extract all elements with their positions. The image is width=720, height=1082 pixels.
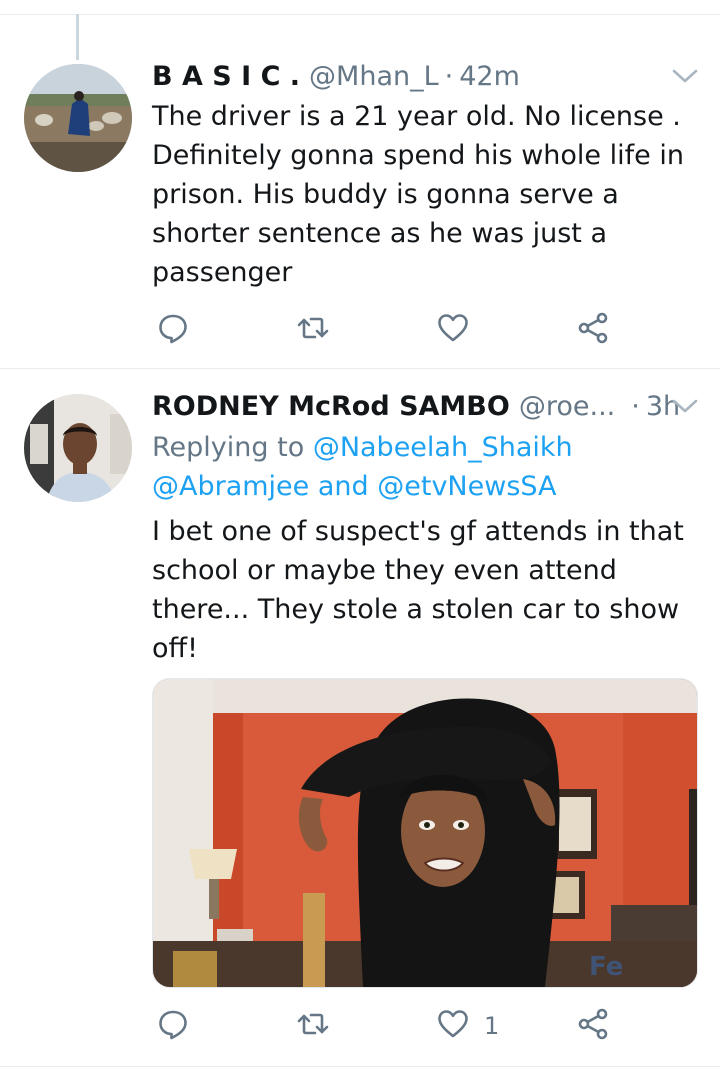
reply-icon — [156, 1007, 190, 1045]
reply-button[interactable] — [156, 1006, 190, 1046]
reply-icon — [156, 311, 190, 349]
display-name[interactable]: RODNEY McRod SAMBO — [152, 391, 510, 422]
replying-to-label: Replying to — [152, 432, 313, 463]
like-button[interactable] — [436, 310, 484, 350]
like-button[interactable]: 1 — [436, 1006, 499, 1046]
share-button[interactable] — [576, 310, 610, 350]
retweet-button[interactable] — [296, 310, 330, 350]
display-name[interactable]: B A S I C . — [152, 61, 300, 92]
share-icon — [576, 1007, 610, 1045]
heart-icon — [436, 311, 470, 349]
retweet-icon — [296, 311, 330, 349]
mention-link[interactable]: @etvNewsSA — [377, 471, 556, 502]
user-handle[interactable]: @Mhan_L — [309, 61, 439, 92]
chevron-down-icon[interactable] — [670, 392, 700, 420]
retweet-button[interactable] — [296, 1006, 330, 1046]
like-count: 1 — [484, 1012, 500, 1040]
action-bar: 1 — [152, 1006, 622, 1046]
action-bar — [152, 310, 622, 350]
tweet-header: RODNEY McRod SAMBO @roe... · 3h — [152, 386, 700, 426]
thread-connector-line — [76, 14, 79, 60]
mention-link[interactable]: @Nabeelah_Shaikh — [313, 432, 573, 463]
heart-icon — [436, 1007, 470, 1045]
separator-dot: · — [631, 390, 640, 422]
replying-to: Replying to @Nabeelah_Shaikh @Abramjee a… — [152, 428, 690, 506]
tweet-header: B A S I C . @Mhan_L · 42m — [152, 56, 700, 96]
chevron-down-icon[interactable] — [670, 62, 700, 90]
attached-image[interactable]: Fe — [152, 678, 698, 988]
top-divider — [0, 14, 720, 15]
avatar[interactable] — [24, 394, 132, 502]
reply-button[interactable] — [156, 310, 190, 350]
share-button[interactable] — [576, 1006, 610, 1046]
avatar[interactable] — [24, 64, 132, 172]
timestamp[interactable]: 42m — [459, 61, 520, 92]
tweet-text: I bet one of suspect's gf attends in tha… — [152, 516, 684, 664]
tweet-divider — [0, 368, 720, 369]
user-handle[interactable]: @roe... — [519, 391, 615, 422]
separator-dot: · — [444, 60, 454, 92]
mention-link[interactable]: @Abramjee — [152, 471, 309, 502]
tweet-divider — [0, 1066, 720, 1067]
replying-and: and — [309, 471, 378, 502]
tweet-text: The driver is a 21 year old. No license … — [152, 101, 684, 288]
share-icon — [576, 311, 610, 349]
retweet-icon — [296, 1007, 330, 1045]
svg-text:Fe: Fe — [589, 952, 623, 982]
